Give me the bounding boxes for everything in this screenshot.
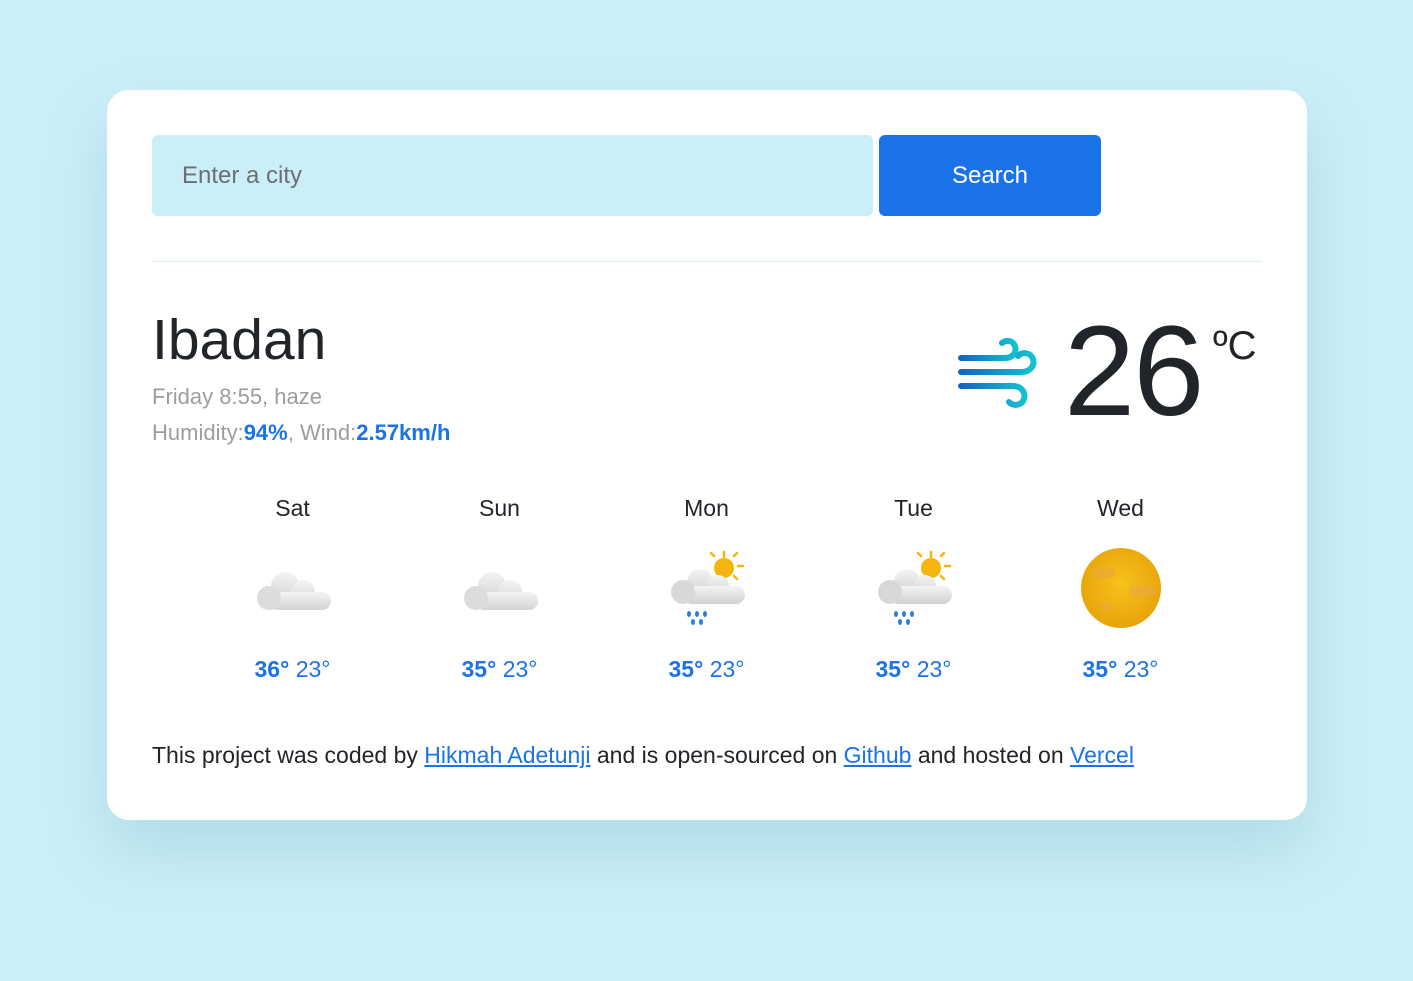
haze-sun-icon [1080, 548, 1161, 628]
city-search-input[interactable] [152, 135, 873, 216]
forecast-min: 23° [709, 656, 745, 682]
search-form: Search [152, 135, 1101, 216]
temperature-unit: ºC [1213, 324, 1257, 368]
forecast-day-name: Sun [479, 495, 520, 521]
wind-icon [958, 337, 1037, 408]
humidity-label: Humidity: [152, 420, 244, 445]
forecast-day: Tue 35° 23° [810, 490, 1017, 681]
vercel-link[interactable]: Vercel [1070, 742, 1134, 768]
wind-label: Wind: [299, 420, 357, 445]
footer-text: and hosted on [911, 742, 1071, 768]
current-temperature: 26 [1064, 300, 1204, 443]
forecast-temps: 36° 23° [189, 658, 396, 681]
city-name: Ibadan [152, 308, 327, 372]
date-description: Friday 8:55, haze [152, 384, 322, 409]
forecast: Sat 36° 23° Sun 35° 23° Mon 35° 23° Tue … [189, 490, 1224, 700]
footer: This project was coded by Hikmah Adetunj… [152, 744, 1134, 767]
cloud-icon [256, 572, 331, 610]
forecast-temps: 35° 23° [810, 658, 1017, 681]
wind-value: 2.57km/h [356, 420, 451, 445]
forecast-temps: 35° 23° [1017, 658, 1224, 681]
forecast-min: 23° [1123, 656, 1159, 682]
forecast-max: 35° [461, 656, 497, 682]
footer-text: and is open-sourced on [590, 742, 844, 768]
forecast-min: 23° [916, 656, 952, 682]
footer-text: This project was coded by [152, 742, 425, 768]
forecast-temps: 35° 23° [603, 658, 810, 681]
forecast-day: Sat 36° 23° [189, 490, 396, 681]
forecast-day: Sun 35° 23° [396, 490, 603, 681]
github-link[interactable]: Github [844, 742, 912, 768]
forecast-temps: 35° 23° [396, 658, 603, 681]
forecast-day-name: Wed [1097, 495, 1144, 521]
forecast-day-name: Tue [894, 495, 933, 521]
forecast-day-name: Sat [275, 495, 310, 521]
forecast-day-name: Mon [684, 495, 729, 521]
forecast-min: 23° [295, 656, 331, 682]
forecast-max: 36° [254, 656, 290, 682]
forecast-max: 35° [875, 656, 911, 682]
forecast-min: 23° [502, 656, 538, 682]
forecast-max: 35° [668, 656, 704, 682]
author-link[interactable]: Hikmah Adetunji [424, 742, 590, 768]
forecast-day: Mon 35° 23° [603, 490, 810, 681]
cloud-icon [463, 572, 538, 610]
humidity-value: 94% [243, 420, 288, 445]
weather-card: Search Ibadan Friday 8:55, haze Humidity… [107, 90, 1307, 820]
stats-separator: , [287, 420, 300, 445]
divider [152, 261, 1262, 262]
forecast-day: Wed 35° 23° [1017, 490, 1224, 681]
search-button[interactable]: Search [879, 135, 1101, 216]
weather-stats: Humidity:94%, Wind:2.57km/h [152, 422, 450, 444]
sun-rain-cloud-icon [877, 550, 952, 625]
forecast-max: 35° [1082, 656, 1118, 682]
sun-rain-cloud-icon [670, 550, 745, 625]
